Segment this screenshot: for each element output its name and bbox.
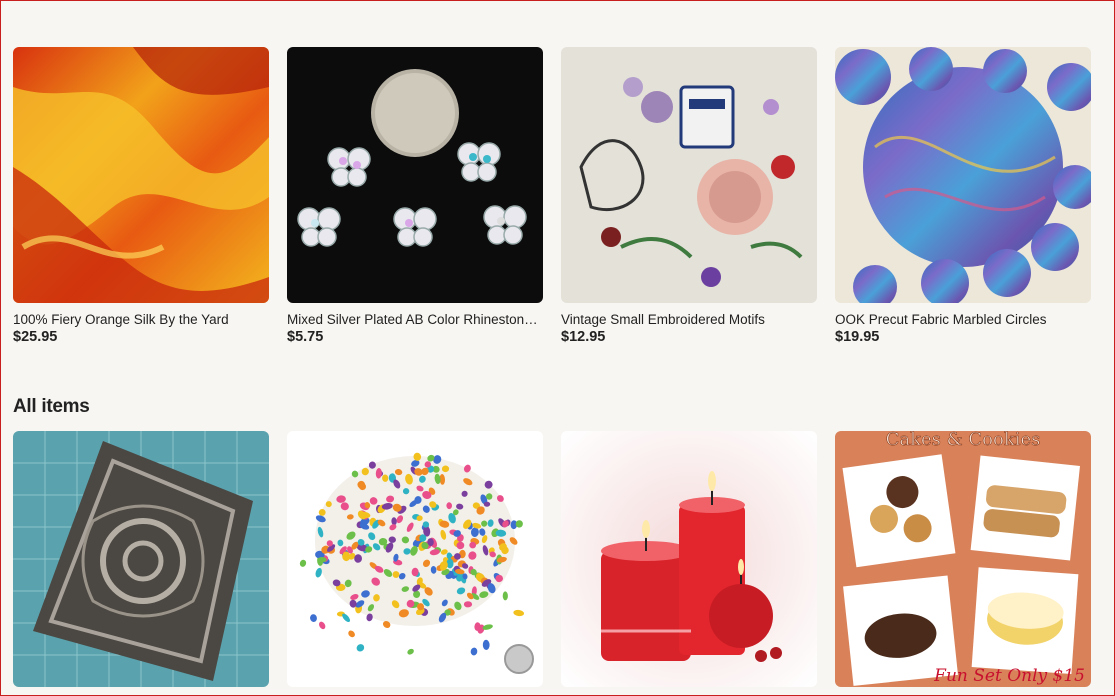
- listing-image-butterfly-charms[interactable]: [287, 47, 543, 303]
- listing-price: $12.95: [561, 329, 606, 345]
- listing-title[interactable]: Mixed Silver Plated AB Color Rhinestone …: [287, 312, 543, 328]
- marbled-circles-image: [835, 47, 1091, 303]
- listing-title[interactable]: 100% Fiery Orange Silk By the Yard: [13, 312, 269, 328]
- all-items-heading: All items: [13, 396, 90, 417]
- listing-card[interactable]: [561, 431, 817, 687]
- beads-image: [287, 431, 543, 687]
- listing-card[interactable]: 100% Fiery Orange Silk By the Yard $25.9…: [13, 47, 269, 346]
- image-text-bottom: Fun Set Only $15: [933, 666, 1085, 686]
- all-items-section: Cakes & Cookies Fun Set Only $15: [13, 431, 1091, 687]
- lace-image: [13, 431, 269, 687]
- listing-image-marbled-circles[interactable]: [835, 47, 1091, 303]
- silk-image: [13, 47, 269, 303]
- featured-grid: 100% Fiery Orange Silk By the Yard $25.9…: [13, 47, 1091, 346]
- listing-image-cakes-cookies[interactable]: Cakes & Cookies Fun Set Only $15: [835, 431, 1091, 687]
- listing-image-lace-applique[interactable]: [13, 431, 269, 687]
- listing-image-wooden-beads[interactable]: [287, 431, 543, 687]
- featured-section: 100% Fiery Orange Silk By the Yard $25.9…: [13, 47, 1091, 346]
- bead: [317, 557, 327, 563]
- listing-card[interactable]: Cakes & Cookies Fun Set Only $15: [835, 431, 1091, 687]
- listing-title[interactable]: Vintage Small Embroidered Motifs: [561, 312, 817, 328]
- cakes-cookies-image: Cakes & Cookies Fun Set Only $15: [835, 431, 1091, 687]
- listing-image-embroidered-motifs[interactable]: [561, 47, 817, 303]
- all-items-grid: Cakes & Cookies Fun Set Only $15: [13, 431, 1091, 687]
- listing-price: $25.95: [13, 329, 58, 345]
- embroidery-image: [561, 47, 817, 303]
- image-text-top: Cakes & Cookies: [886, 431, 1041, 450]
- listing-image-candles-embroidery[interactable]: [561, 431, 817, 687]
- listing-image-orange-silk[interactable]: [13, 47, 269, 303]
- listing-card[interactable]: [287, 431, 543, 687]
- listing-price: $5.75: [287, 329, 324, 345]
- listing-card[interactable]: [13, 431, 269, 687]
- charms-image: [287, 47, 543, 303]
- listing-title[interactable]: OOK Precut Fabric Marbled Circles: [835, 312, 1091, 328]
- listing-card[interactable]: Mixed Silver Plated AB Color Rhinestone …: [287, 47, 543, 346]
- listing-card[interactable]: OOK Precut Fabric Marbled Circles $19.95: [835, 47, 1091, 346]
- candles-image: [561, 431, 817, 687]
- listing-card[interactable]: Vintage Small Embroidered Motifs $12.95: [561, 47, 817, 346]
- listing-price: $19.95: [835, 329, 880, 345]
